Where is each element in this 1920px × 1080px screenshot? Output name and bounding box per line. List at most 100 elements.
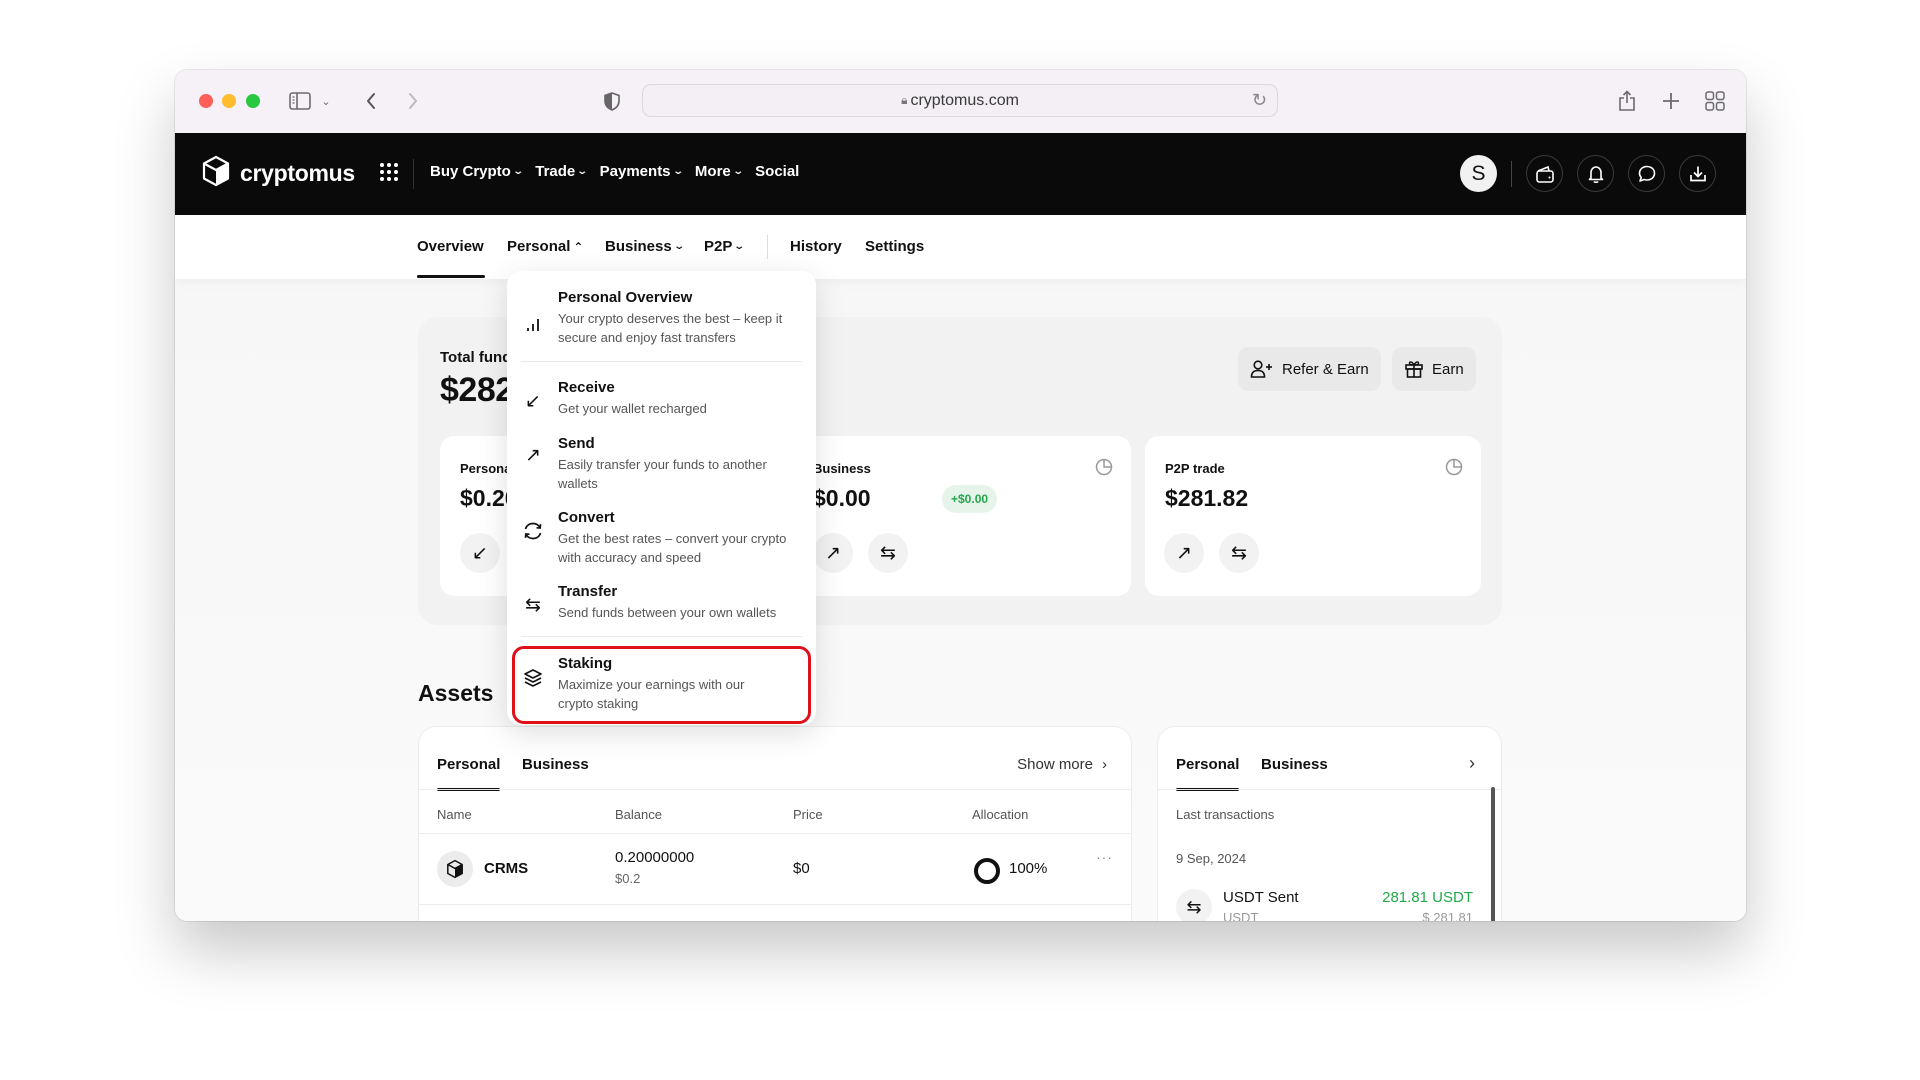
active-tab-indicator: [417, 275, 485, 278]
divider: [767, 235, 768, 259]
brand-name: cryptomus: [240, 160, 355, 186]
show-more-link[interactable]: Show more ›: [1017, 756, 1107, 773]
more-options-icon[interactable]: ···: [1096, 849, 1113, 865]
apps-grid-icon[interactable]: [380, 163, 398, 181]
nav-label: Payments: [599, 163, 671, 180]
tab-p2p[interactable]: P2P ⌄: [704, 238, 745, 255]
shield-icon[interactable]: [602, 86, 622, 116]
chevron-down-icon[interactable]: ⌄: [319, 86, 333, 116]
address-bar[interactable]: 🔒︎ cryptomus.com ↻: [642, 84, 1278, 117]
divider: [521, 636, 802, 637]
share-icon[interactable]: [1615, 86, 1639, 116]
nav-trade[interactable]: Trade ⌄: [535, 163, 588, 180]
close-window-button[interactable]: [199, 94, 213, 108]
assets-card: Personal Business Show more › Name Balan…: [418, 726, 1132, 921]
browser-window: ⌄ 🔒︎ cryptomus.com ↻ cryptomus Buy Crypt…: [175, 70, 1746, 921]
site-header: cryptomus Buy Crypto ⌄ Trade ⌄ Payments ⌄ M…: [175, 133, 1746, 215]
avatar[interactable]: S: [1460, 155, 1497, 192]
maximize-window-button[interactable]: [246, 94, 260, 108]
tx-tab-business[interactable]: Business: [1261, 756, 1328, 773]
send-button[interactable]: ↗: [813, 533, 853, 573]
chevron-down-icon: ⌄: [673, 241, 685, 252]
nav-buy-crypto[interactable]: Buy Crypto ⌄: [430, 163, 524, 180]
nav-more[interactable]: More ⌄: [694, 163, 744, 180]
asset-balance-usd: $0.2: [615, 871, 641, 886]
chevron-right-icon[interactable]: ›: [1469, 753, 1475, 774]
assets-heading: Assets: [418, 680, 494, 706]
cube-logo-icon: [201, 155, 231, 192]
pie-chart-icon[interactable]: [1095, 458, 1113, 481]
transfer-icon: ⇆: [880, 542, 896, 564]
chat-button[interactable]: [1628, 155, 1665, 192]
transaction-subtitle: USDT: [1223, 910, 1259, 921]
change-badge: +$0.00: [942, 485, 998, 513]
tab-personal[interactable]: Personal ⌃: [507, 238, 583, 255]
tab-settings[interactable]: Settings: [865, 238, 924, 255]
divider: [419, 904, 1131, 905]
chevron-right-icon: ›: [1102, 756, 1107, 773]
chevron-down-icon: ⌄: [512, 166, 524, 177]
download-button[interactable]: [1679, 155, 1716, 192]
tab-label: Business: [605, 238, 672, 255]
arrow-down-left-icon: ↙: [472, 542, 488, 564]
nav-social[interactable]: Social: [755, 163, 799, 180]
menu-item-send[interactable]: ↗ Send Easily transfer your funds to ano…: [507, 435, 816, 497]
wallet-label: Business: [813, 461, 871, 476]
transfer-icon: ⇆: [525, 594, 541, 616]
menu-item-receive[interactable]: ↙ Receive Get your wallet recharged: [507, 379, 816, 423]
sidebar-icon[interactable]: [288, 86, 312, 116]
receive-button[interactable]: ↙: [460, 533, 500, 573]
divider: [521, 361, 802, 362]
chat-icon: [1638, 165, 1655, 182]
tab-overview-icon[interactable]: [1703, 86, 1727, 116]
transfer-button[interactable]: ⇆: [1219, 533, 1259, 573]
download-icon: [1689, 166, 1706, 181]
nav-label: More: [694, 163, 731, 180]
menu-item-title: Convert: [558, 509, 615, 526]
forward-icon[interactable]: [405, 86, 421, 116]
assets-tab-personal[interactable]: Personal: [437, 756, 500, 773]
wallet-value: $281.82: [1165, 485, 1249, 511]
divider: [419, 833, 1131, 834]
minimize-window-button[interactable]: [222, 94, 236, 108]
nav-payments[interactable]: Payments ⌄: [599, 163, 684, 180]
reload-icon[interactable]: ↻: [1252, 90, 1267, 111]
tab-overview[interactable]: Overview: [417, 238, 484, 255]
send-button[interactable]: ↗: [1164, 533, 1204, 573]
scrollbar[interactable]: [1491, 787, 1495, 921]
personal-dropdown-menu: Personal Overview Your crypto deserves t…: [507, 271, 816, 725]
menu-item-convert[interactable]: Convert Get the best rates – convert you…: [507, 509, 816, 571]
divider: [419, 789, 1131, 790]
menu-item-personal-overview[interactable]: Personal Overview Your crypto deserves t…: [507, 289, 816, 355]
notifications-button[interactable]: [1577, 155, 1614, 192]
back-icon[interactable]: [363, 86, 379, 116]
tab-history[interactable]: History: [790, 238, 842, 255]
transfer-button[interactable]: ⇆: [868, 533, 908, 573]
show-more-label: Show more: [1017, 756, 1093, 773]
wallet-card-business[interactable]: Business $0.00 +$0.00 ↗ ⇆: [793, 436, 1131, 596]
transaction-amount: 281.81 USDT: [1382, 889, 1473, 906]
menu-item-desc: Send funds between your own wallets: [558, 605, 777, 620]
menu-item-title: Transfer: [558, 583, 618, 600]
assets-tab-business[interactable]: Business: [522, 756, 589, 773]
wallet-card-p2p[interactable]: P2P trade $281.82 ↗ ⇆: [1145, 436, 1481, 596]
pie-chart-icon[interactable]: [1445, 458, 1463, 481]
menu-item-title: Personal Overview: [558, 289, 693, 306]
new-tab-icon[interactable]: [1659, 86, 1683, 116]
tab-business[interactable]: Business ⌄: [605, 238, 685, 255]
arrow-up-right-icon: ↗: [825, 542, 841, 564]
tab-label: History: [790, 238, 842, 255]
earn-button[interactable]: Earn: [1392, 347, 1476, 391]
tx-tab-personal[interactable]: Personal: [1176, 756, 1239, 773]
menu-item-desc: Easily transfer your funds to another wa…: [558, 457, 767, 491]
arrow-down-left-icon: ↙: [525, 390, 541, 412]
menu-item-transfer[interactable]: ⇆ Transfer Send funds between your own w…: [507, 583, 816, 627]
refer-earn-button[interactable]: Refer & Earn: [1238, 347, 1381, 391]
logo[interactable]: cryptomus: [201, 155, 355, 192]
wallet-button[interactable]: [1526, 155, 1563, 192]
menu-item-title: Send: [558, 435, 595, 452]
wallet-label: P2P trade: [1165, 461, 1225, 476]
earn-label: Earn: [1432, 360, 1464, 378]
menu-item-title: Receive: [558, 379, 615, 396]
arrow-up-right-icon: ↗: [525, 444, 541, 466]
